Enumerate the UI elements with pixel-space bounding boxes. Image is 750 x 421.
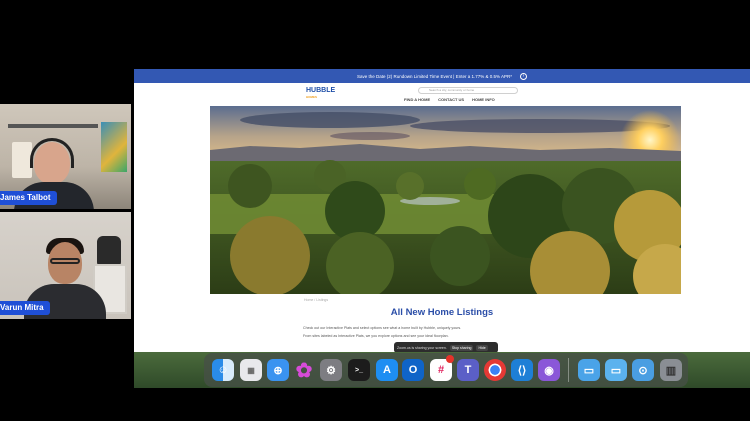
hero-landscape-image xyxy=(210,106,681,294)
video-call-window: James Talbot Varun Mitra Save the Date (… xyxy=(0,0,750,421)
safari-icon[interactable]: ⊕ xyxy=(267,359,289,381)
nav-find-a-home[interactable]: FIND A HOME xyxy=(404,97,430,102)
teams-icon[interactable]: T xyxy=(457,359,479,381)
toast-message: Zoom.us is sharing your screen. xyxy=(397,345,447,350)
terminal-icon[interactable]: >_ xyxy=(348,359,370,381)
breadcrumb[interactable]: Home / Listings xyxy=(304,298,328,302)
site-nav: FIND A HOME CONTACT US HOME INFO xyxy=(404,97,495,102)
vscode-icon[interactable]: ⟨⟩ xyxy=(511,359,533,381)
app-store-icon[interactable]: A xyxy=(376,359,398,381)
finder-icon[interactable]: ☺ xyxy=(212,359,234,381)
description-text: From sites labeled as Interactive Plats,… xyxy=(303,334,449,338)
photos-icon[interactable]: ✿ xyxy=(293,359,315,382)
landscape-illustration xyxy=(210,106,681,294)
stop-sharing-button[interactable]: Stop sharing xyxy=(449,344,474,351)
participant-tile-james[interactable]: James Talbot xyxy=(0,104,131,209)
outlook-icon[interactable]: O xyxy=(402,359,424,381)
promo-banner[interactable]: Save the Date (2) Rundown Limited Time E… xyxy=(134,69,750,83)
headset-icon xyxy=(30,138,74,168)
background-painting xyxy=(101,122,127,172)
participant-name: Varun Mitra xyxy=(0,301,50,315)
downloads-folder-icon[interactable]: ⊙ xyxy=(632,359,654,381)
close-icon[interactable]: › xyxy=(520,72,527,80)
hide-button[interactable]: Hide xyxy=(476,344,488,351)
documents-folder-icon[interactable]: ▭ xyxy=(605,359,627,381)
background-shelf xyxy=(8,124,98,128)
site-header: HUBBLE HOMES Search a city, community or… xyxy=(134,83,750,105)
chrome-icon[interactable] xyxy=(484,359,506,381)
glasses-icon xyxy=(50,258,80,264)
logo-subtext: HOMES xyxy=(306,95,318,99)
participant-tile-varun[interactable]: Varun Mitra xyxy=(0,212,131,319)
participant-name: James Talbot xyxy=(0,191,57,205)
launchpad-icon[interactable]: ▦ xyxy=(240,359,262,381)
applications-folder-icon[interactable]: ▭ xyxy=(578,359,600,381)
dock-divider xyxy=(568,358,569,382)
description-text: Check out our Interactive Plats and sele… xyxy=(303,326,462,330)
shared-screen: Save the Date (2) Rundown Limited Time E… xyxy=(134,69,750,352)
promo-text: Save the Date (2) Rundown Limited Time E… xyxy=(357,73,512,79)
notification-badge xyxy=(446,355,454,363)
trash-icon[interactable]: ▥ xyxy=(660,359,682,381)
system-settings-icon[interactable]: ⚙ xyxy=(320,359,342,381)
site-logo[interactable]: HUBBLE HOMES xyxy=(306,87,335,99)
site-search-input[interactable]: Search a city, community or home xyxy=(418,87,518,94)
page-title: All New Home Listings xyxy=(390,307,494,318)
logo-text: HUBBLE xyxy=(306,87,336,94)
nav-contact-us[interactable]: CONTACT US xyxy=(438,97,464,102)
nav-home-info[interactable]: HOME INFO xyxy=(472,97,495,102)
background-lamp xyxy=(12,142,32,178)
github-desktop-icon[interactable]: ◉ xyxy=(538,359,560,381)
